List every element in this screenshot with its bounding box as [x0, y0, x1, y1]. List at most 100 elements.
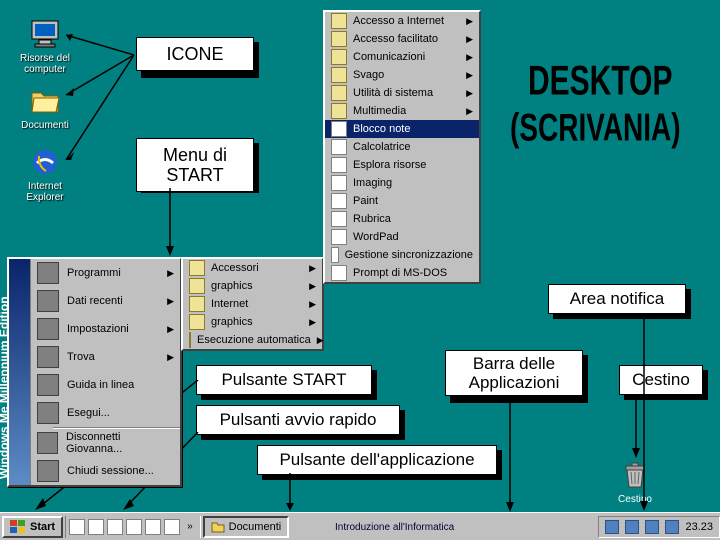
start-item-trova[interactable]: Trova▶: [31, 343, 180, 371]
menu-label: Utilità di sistema: [353, 87, 433, 99]
ie-icon: [29, 146, 61, 178]
callout-text: Area notifica: [570, 289, 665, 308]
submenu-item[interactable]: Paint: [325, 192, 479, 210]
tray-icon[interactable]: [645, 520, 659, 534]
recent-icon: [37, 290, 59, 312]
quick-launch-icon[interactable]: [107, 519, 123, 535]
submenu-accessori: Accesso a Internet▶ Accesso facilitato▶ …: [323, 10, 481, 284]
notepad-icon: [331, 121, 347, 137]
start-item-shutdown[interactable]: Chiudi sessione...: [31, 457, 180, 485]
arrow-line: [626, 394, 646, 464]
callout-text: Menu di START: [163, 145, 227, 185]
menu-label: Internet: [211, 298, 248, 310]
wordart-line2: (SCRIVANIA): [510, 106, 681, 151]
windows-logo-icon: [10, 520, 26, 534]
submenu-item[interactable]: Internet ▶: [183, 295, 322, 313]
submenu-item[interactable]: Prompt di MS-DOS: [325, 264, 479, 282]
chevron-right-icon: ▶: [309, 317, 316, 328]
folder-icon: [211, 520, 225, 534]
submenu-item[interactable]: Utilità di sistema ▶: [325, 84, 479, 102]
start-item-programmi[interactable]: Programmi▶: [31, 259, 180, 287]
menu-label: Accessori: [211, 262, 259, 274]
folder-icon: [331, 13, 347, 29]
sync-icon: [331, 247, 339, 263]
menu-label: Guida in linea: [67, 379, 134, 391]
folder-icon: [189, 296, 205, 312]
submenu-item[interactable]: graphics▶: [183, 277, 322, 295]
callout-text: Pulsante START: [221, 370, 346, 389]
submenu-item[interactable]: Svago▶: [325, 66, 479, 84]
submenu-item[interactable]: Esecuzione automatica▶: [183, 331, 322, 349]
folder-icon: [189, 332, 191, 348]
start-item-guida[interactable]: Guida in linea: [31, 371, 180, 399]
chevron-expand-icon[interactable]: »: [183, 521, 197, 532]
callout-text: Barra delle Applicazioni: [469, 354, 560, 392]
find-icon: [37, 346, 59, 368]
menu-label: Rubrica: [353, 213, 391, 225]
submenu-item[interactable]: Comunicazioni▶: [325, 48, 479, 66]
submenu-item-blocconote[interactable]: Blocco note: [325, 120, 479, 138]
submenu-item[interactable]: Gestione sincronizzazione: [325, 246, 479, 264]
menu-label: Blocco note: [353, 123, 410, 135]
quick-launch-icon[interactable]: [88, 519, 104, 535]
menu-label: Esplora risorse: [353, 159, 426, 171]
callout-menu-start: Menu di START: [136, 138, 254, 192]
desktop-icon-label: Internet Explorer: [10, 181, 80, 203]
menu-label: Calcolatrice: [353, 141, 410, 153]
submenu-item[interactable]: Esplora risorse: [325, 156, 479, 174]
submenu-item[interactable]: graphics ▶: [183, 313, 322, 331]
folder-icon: [331, 103, 347, 119]
menu-label: Comunicazioni: [353, 51, 425, 63]
start-button[interactable]: Start: [2, 516, 63, 538]
submenu-item[interactable]: Multimedia▶: [325, 102, 479, 120]
submenu-item[interactable]: Calcolatrice: [325, 138, 479, 156]
start-item-disconnect[interactable]: Disconnetti Giovanna...: [31, 429, 180, 457]
menu-label: WordPad: [353, 231, 399, 243]
menu-label: Dati recenti: [67, 295, 123, 307]
chevron-right-icon: ▶: [466, 88, 473, 99]
tray-icon[interactable]: [605, 520, 619, 534]
callout-barra-app: Barra delle Applicazioni: [445, 350, 583, 396]
arrow-line: [160, 188, 180, 258]
start-menu: Windows Me Millennium Edition Programmi▶…: [7, 257, 182, 487]
menu-label: graphics: [211, 316, 253, 328]
wordart-line1: DESKTOP: [528, 58, 672, 106]
callout-pulsante-start: Pulsante START: [196, 365, 372, 395]
submenu-item[interactable]: Rubrica: [325, 210, 479, 228]
folder-icon: [189, 278, 205, 294]
taskbar-app-button[interactable]: Documenti: [203, 516, 290, 538]
folder-icon: [331, 49, 347, 65]
system-tray: 23.23: [598, 516, 720, 538]
submenu-item[interactable]: Accesso facilitato▶: [325, 30, 479, 48]
chevron-right-icon: ▶: [466, 34, 473, 45]
menu-label: Svago: [353, 69, 384, 81]
chevron-right-icon: ▶: [317, 335, 324, 346]
callout-avvio-rapido: Pulsanti avvio rapido: [196, 405, 400, 435]
quick-launch-icon[interactable]: [69, 519, 85, 535]
start-item-esegui[interactable]: Esegui...: [31, 399, 180, 427]
submenu-item[interactable]: WordPad: [325, 228, 479, 246]
submenu-item[interactable]: Accessori▶: [183, 259, 322, 277]
chevron-right-icon: ▶: [167, 324, 174, 335]
tray-icon[interactable]: [665, 520, 679, 534]
quick-launch-icon[interactable]: [145, 519, 161, 535]
chevron-right-icon: ▶: [167, 296, 174, 307]
quick-launch-icon[interactable]: [126, 519, 142, 535]
chevron-right-icon: ▶: [309, 299, 316, 310]
tray-icon[interactable]: [625, 520, 639, 534]
quick-launch-icon[interactable]: [164, 519, 180, 535]
footnote-text: Introduzione all'Informatica: [335, 522, 454, 533]
task-button-label: Documenti: [229, 521, 282, 533]
start-item-recenti[interactable]: Dati recenti ▶: [31, 287, 180, 315]
start-item-impostazioni[interactable]: Impostazioni▶: [31, 315, 180, 343]
chevron-right-icon: ▶: [167, 268, 174, 279]
run-icon: [37, 402, 59, 424]
submenu-programmi: Accessori▶ graphics▶ Internet▶ graphics▶…: [181, 257, 324, 351]
callout-pulsante-app: Pulsante dell'applicazione: [257, 445, 497, 475]
arrow-line: [60, 30, 140, 180]
start-strip-label: Windows Me Millennium Edition: [0, 279, 11, 479]
clock[interactable]: 23.23: [685, 521, 713, 533]
submenu-item[interactable]: Imaging: [325, 174, 479, 192]
submenu-item[interactable]: Accesso a Internet▶: [325, 12, 479, 30]
chevron-right-icon: ▶: [466, 106, 473, 117]
